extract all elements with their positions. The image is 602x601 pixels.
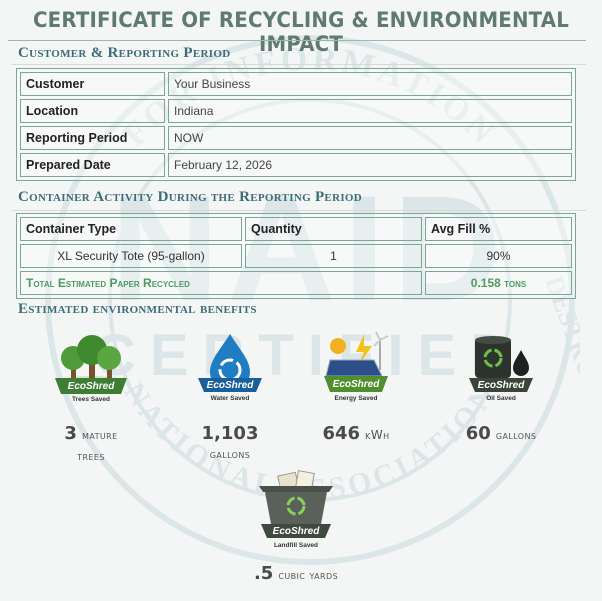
total-paper-unit: tons [504, 276, 527, 290]
benefit-landfill: EcoShred Landfill Saved .5 cubic yards [226, 470, 366, 585]
table-row: Location Indiana [20, 99, 572, 123]
table-row: Prepared Date February 12, 2026 [20, 153, 572, 177]
benefit-energy: EcoShred Energy Saved 646 kWh [286, 330, 426, 445]
landfill-unit: cubic yards [278, 568, 339, 582]
table-row: Reporting Period NOW [20, 126, 572, 150]
oil-barrel-icon: EcoShred Oil Saved [469, 336, 533, 402]
title-divider [8, 40, 586, 41]
row-value: Your Business [168, 72, 572, 96]
row-value: February 12, 2026 [168, 153, 572, 177]
benefit-oil: EcoShred Oil Saved 60 gallons [431, 330, 571, 445]
benefits-section-heading: Estimated environmental benefits [18, 301, 257, 317]
landfill-bin-icon: EcoShred Landfill Saved [259, 470, 333, 549]
solar-energy-icon: EcoShred Energy Saved [324, 331, 389, 402]
badge-sub: Energy Saved [335, 395, 378, 402]
badge-sub: Water Saved [211, 395, 250, 402]
cell-container-type: XL Security Tote (95-gallon) [20, 244, 242, 268]
trees-unit: mature [82, 428, 118, 442]
total-paper-label: Total Estimated Paper Recycled [20, 271, 422, 295]
header-quantity: Quantity [245, 217, 422, 241]
row-label: Reporting Period [20, 126, 165, 150]
row-value: NOW [168, 126, 572, 150]
badge-brand: EcoShred [68, 381, 116, 392]
energy-unit: kWh [365, 428, 390, 442]
water-unit: gallons [209, 447, 251, 461]
header-avg-fill: Avg Fill % [425, 217, 572, 241]
activity-section-divider [12, 210, 586, 211]
badge-sub: Oil Saved [486, 395, 516, 402]
header-container-type: Container Type [20, 217, 242, 241]
energy-value: 646 [322, 423, 361, 444]
total-paper-value: 0.158 tons [425, 271, 572, 295]
badge-brand: EcoShred [273, 526, 321, 537]
table-header-row: Container Type Quantity Avg Fill % [20, 217, 572, 241]
row-label: Location [20, 99, 165, 123]
customer-info-table: Customer Your Business Location Indiana … [16, 68, 576, 181]
oil-value: 60 [465, 423, 491, 444]
container-activity-table: Container Type Quantity Avg Fill % XL Se… [16, 213, 576, 299]
row-label: Prepared Date [20, 153, 165, 177]
total-paper-number: 0.158 [470, 276, 501, 290]
trees-icon: EcoShred Trees Saved [55, 335, 127, 403]
badge-brand: EcoShred [333, 379, 381, 390]
badge-sub: Landfill Saved [274, 542, 318, 549]
cell-quantity: 1 [245, 244, 422, 268]
customer-section-heading: Customer & Reporting Period [18, 45, 231, 61]
table-row: Customer Your Business [20, 72, 572, 96]
table-row: XL Security Tote (95-gallon) 1 90% [20, 244, 572, 268]
benefit-trees: EcoShred Trees Saved 3 mature trees [21, 330, 161, 466]
badge-brand: EcoShred [207, 380, 255, 391]
trees-value: 3 [64, 423, 77, 444]
landfill-value: .5 [253, 563, 274, 584]
table-total-row: Total Estimated Paper Recycled 0.158 ton… [20, 271, 572, 295]
oil-unit: gallons [495, 428, 537, 442]
cell-avg-fill: 90% [425, 244, 572, 268]
badge-sub: Trees Saved [72, 396, 110, 403]
row-value: Indiana [168, 99, 572, 123]
water-value: 1,103 [201, 423, 259, 444]
badge-brand: EcoShred [478, 380, 526, 391]
benefit-water: EcoShred Water Saved 1,103 gallons [160, 330, 300, 464]
activity-section-heading: Container Activity During the Reporting … [18, 189, 362, 205]
trees-unit2: trees [77, 449, 105, 463]
row-label: Customer [20, 72, 165, 96]
water-drop-icon: EcoShred Water Saved [198, 334, 262, 402]
customer-section-divider [12, 64, 586, 65]
